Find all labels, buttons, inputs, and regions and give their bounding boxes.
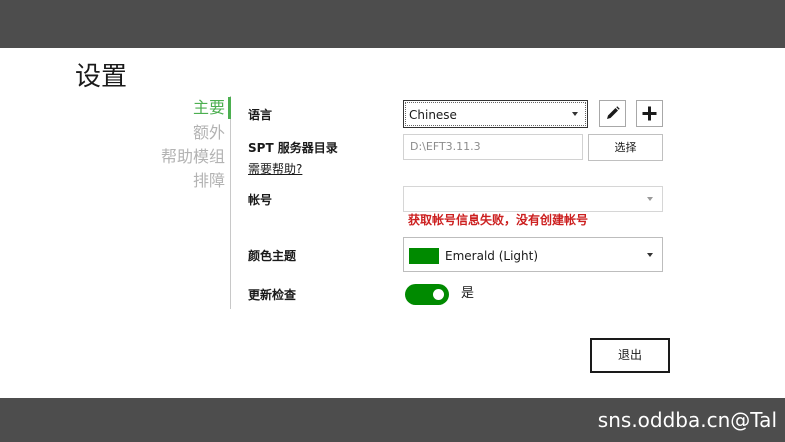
account-select[interactable] (403, 186, 663, 212)
nav-item-help-mods[interactable]: 帮助模组 (161, 147, 225, 167)
language-select[interactable]: Chinese (403, 100, 588, 128)
account-label: 帐号 (248, 193, 273, 207)
chevron-down-icon (647, 197, 653, 201)
add-language-button[interactable] (636, 100, 663, 127)
account-error-message: 获取帐号信息失败，没有创建帐号 (408, 213, 589, 227)
nav-item-troubleshoot[interactable]: 排障 (193, 171, 225, 191)
exit-button[interactable]: 退出 (590, 338, 670, 373)
spt-dir-field[interactable]: D:\EFT3.11.3 (403, 134, 583, 160)
page-title: 设置 (75, 62, 128, 92)
spt-dir-label: SPT 服务器目录 (248, 141, 338, 155)
spt-dir-value: D:\EFT3.11.3 (410, 140, 481, 153)
theme-label: 颜色主题 (248, 249, 297, 263)
theme-color-swatch (409, 248, 439, 264)
update-check-state: 是 (461, 286, 475, 301)
nav-divider (230, 96, 231, 309)
language-label: 语言 (248, 108, 273, 122)
chevron-down-icon (647, 252, 653, 257)
pencil-icon (607, 106, 620, 119)
nav-item-extra[interactable]: 额外 (193, 123, 225, 143)
watermark: sns.oddba.cn@Tal (597, 408, 777, 432)
plus-icon (642, 106, 657, 121)
theme-select[interactable]: Emerald (Light) (403, 237, 663, 272)
nav-item-main[interactable]: 主要 (193, 98, 225, 118)
language-value: Chinese (409, 108, 457, 122)
toggle-knob (433, 289, 444, 300)
nav-active-indicator (228, 97, 231, 119)
chevron-down-icon (572, 112, 578, 116)
help-link[interactable]: 需要帮助? (248, 161, 302, 177)
theme-value: Emerald (Light) (445, 249, 539, 263)
top-bar (0, 0, 785, 48)
edit-language-button[interactable] (599, 100, 626, 127)
update-check-toggle[interactable] (405, 284, 449, 305)
choose-dir-button[interactable]: 选择 (588, 134, 663, 161)
update-check-label: 更新检查 (248, 288, 297, 302)
